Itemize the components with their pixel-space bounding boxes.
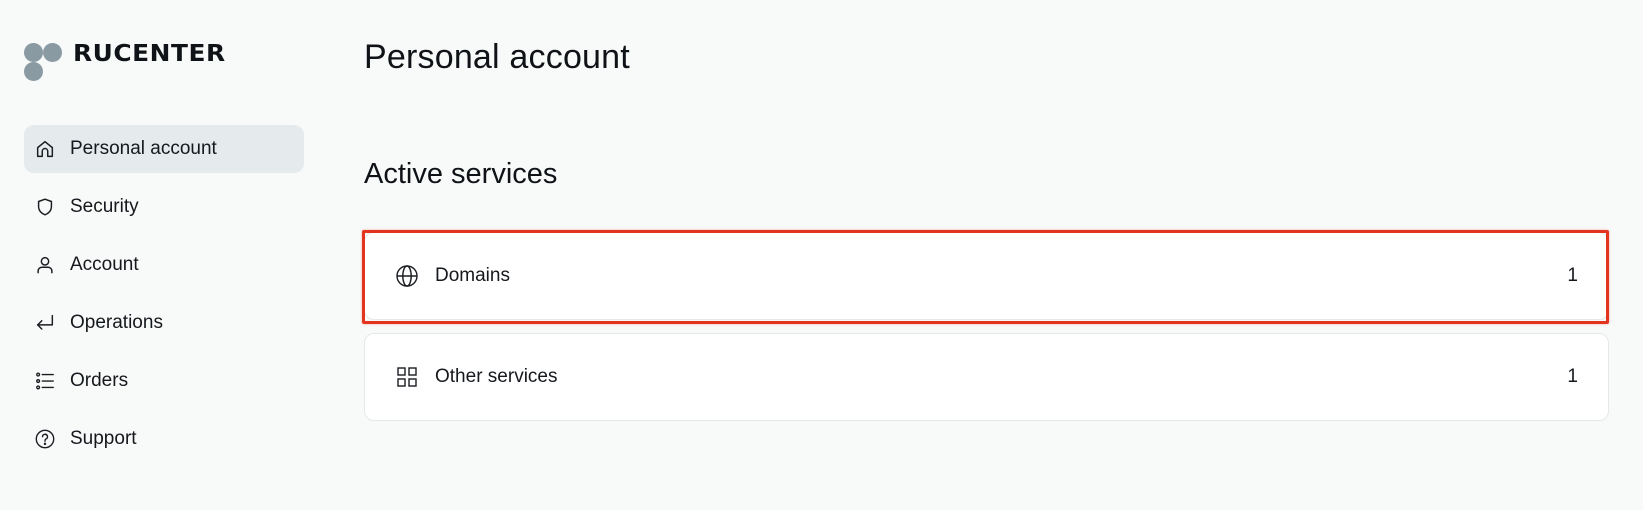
sidebar-item-orders[interactable]: Orders [24, 357, 304, 405]
section-title: Active services [364, 158, 558, 190]
sidebar-item-account[interactable]: Account [24, 241, 304, 289]
service-label: Other services [435, 366, 558, 387]
home-icon [34, 138, 56, 160]
service-label: Domains [435, 265, 510, 286]
grid-icon [395, 365, 419, 389]
service-count: 1 [1567, 366, 1578, 387]
sidebar-item-label: Orders [70, 370, 129, 391]
app-root: RUCENTER Personal account Security Accou… [0, 0, 1643, 510]
sidebar-item-operations[interactable]: Operations [24, 299, 304, 347]
sidebar-item-security[interactable]: Security [24, 183, 304, 231]
globe-icon [395, 264, 419, 288]
list-icon [34, 370, 56, 392]
page-title: Personal account [364, 38, 630, 76]
sidebar-item-label: Security [70, 196, 139, 217]
logo-mark-icon [24, 42, 64, 84]
sidebar-item-label: Operations [70, 312, 163, 333]
sidebar: RUCENTER Personal account Security Accou… [0, 0, 330, 510]
main-content: Personal account Active services Domains… [364, 0, 1609, 510]
sidebar-item-personal-account[interactable]: Personal account [24, 125, 304, 173]
sidebar-item-support[interactable]: Support [24, 415, 304, 463]
sidebar-item-label: Account [70, 254, 139, 275]
logo[interactable]: RUCENTER [24, 42, 225, 84]
user-icon [34, 254, 56, 276]
service-card-domains[interactable]: Domains 1 [364, 232, 1609, 320]
brand-name: RUCENTER [73, 41, 226, 67]
service-count: 1 [1567, 265, 1578, 286]
sidebar-item-label: Support [70, 428, 137, 449]
enter-arrow-icon [34, 312, 56, 334]
help-circle-icon [34, 428, 56, 450]
sidebar-item-label: Personal account [70, 138, 217, 159]
shield-icon [34, 196, 56, 218]
service-card-other-services[interactable]: Other services 1 [364, 333, 1609, 421]
sidebar-nav: Personal account Security Account Operat… [24, 125, 304, 473]
